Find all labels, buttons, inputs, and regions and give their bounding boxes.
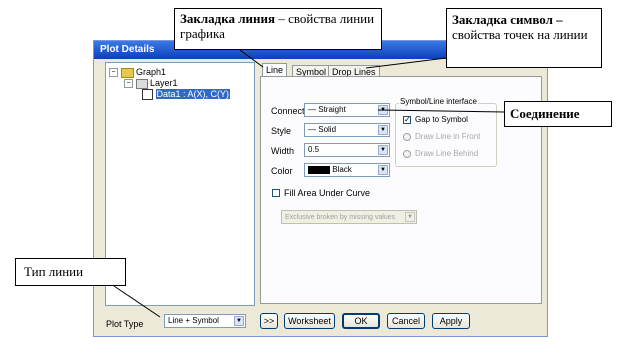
callout-connection-text: Соединение — [510, 106, 580, 121]
leader-connection — [377, 109, 505, 113]
leader-plot-type — [113, 285, 161, 318]
callout-line-type: Тип линии — [15, 258, 126, 286]
callout-symbol-tab-bold: Закладка символ – — [452, 12, 563, 27]
callout-symbol-tab-text: свойства точек на линии — [452, 27, 588, 42]
leader-symbol-tab — [365, 57, 447, 69]
callout-symbol-tab: Закладка символ – свойства точек на лини… — [446, 8, 602, 68]
callout-line-tab: Закладка линия – свойства линии графика — [174, 8, 382, 50]
callout-line-type-text: Тип линии — [24, 264, 84, 279]
leader-line-tab — [239, 49, 264, 68]
callout-line-tab-bold: Закладка линия — [180, 11, 276, 26]
callout-connection: Соединение — [504, 101, 612, 127]
